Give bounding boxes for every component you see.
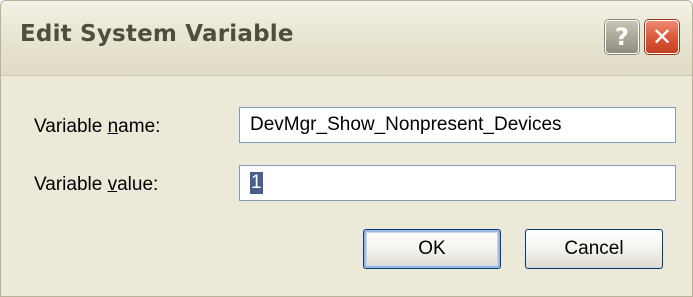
variable-value-input[interactable]: 1 — [239, 165, 676, 201]
close-icon: ✕ — [651, 23, 673, 51]
cancel-button[interactable]: Cancel — [525, 229, 663, 269]
dialog-title: Edit System Variable — [20, 21, 294, 47]
variable-name-label-pre: Variable — [34, 116, 108, 137]
variable-name-label: Variable name: — [34, 116, 160, 138]
variable-name-value: DevMgr_Show_Nonpresent_Devices — [250, 114, 562, 135]
variable-name-input[interactable]: DevMgr_Show_Nonpresent_Devices — [239, 107, 676, 143]
close-button[interactable]: ✕ — [645, 20, 679, 54]
edit-system-variable-dialog: Edit System Variable ? ✕ Variable name: … — [0, 0, 693, 297]
variable-value-label-post: alue: — [117, 174, 159, 195]
title-bar[interactable]: Edit System Variable ? ✕ — [1, 1, 692, 76]
help-button[interactable]: ? — [605, 20, 639, 54]
variable-name-access-key: n — [107, 116, 119, 137]
help-icon: ? — [615, 23, 629, 51]
variable-value-label: Variable value: — [34, 174, 158, 196]
variable-value-label-pre: Variable — [34, 174, 108, 195]
variable-name-label-post: ame: — [118, 116, 161, 137]
variable-value-selected-text: 1 — [250, 172, 263, 194]
variable-value-access-key: v — [107, 174, 118, 195]
ok-button[interactable]: OK — [363, 229, 501, 269]
